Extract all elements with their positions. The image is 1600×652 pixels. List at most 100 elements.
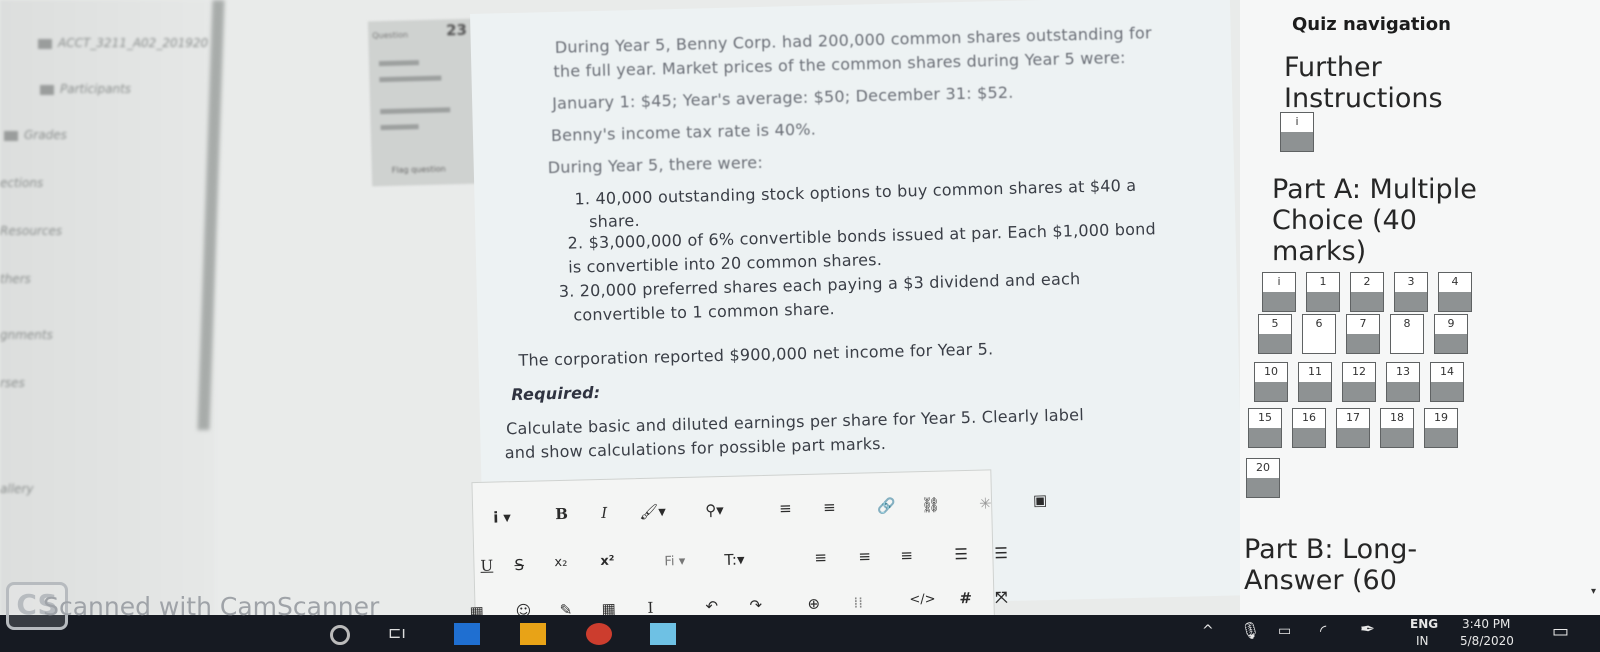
hash-button[interactable]: # [959, 589, 972, 607]
nav-button-q16[interactable]: 16 [1292, 408, 1326, 448]
answered-indicator [1255, 382, 1287, 401]
nav-button-label: 11 [1308, 365, 1322, 378]
answered-indicator [1299, 382, 1331, 401]
sidebar-item-grades[interactable]: Grades [4, 128, 67, 142]
fullscreen-icon[interactable]: ⤧ [995, 588, 1007, 606]
language-bottom[interactable]: IN [1416, 634, 1429, 648]
sidebar-item-sections[interactable]: ections [0, 176, 43, 190]
nav-button-q19[interactable]: 19 [1424, 408, 1458, 448]
store-icon[interactable] [650, 623, 676, 645]
nav-button-q3[interactable]: 3 [1394, 272, 1428, 312]
font-size-dropdown[interactable]: T:▾ [724, 550, 745, 568]
align-center-icon[interactable]: ≡ [858, 547, 871, 565]
app-icon[interactable] [454, 623, 480, 645]
info-dropdown-button[interactable]: i ▾ [493, 508, 511, 526]
font-family-dropdown[interactable]: Fi ▾ [664, 554, 685, 570]
subscript-button[interactable]: x₂ [554, 555, 567, 570]
scroll-down-arrow[interactable]: ▾ [1591, 586, 1596, 597]
nav-button-label: 3 [1407, 275, 1415, 288]
nav-button-q5[interactable]: 5 [1258, 314, 1292, 354]
unlink-icon[interactable]: ⛓ [921, 496, 940, 514]
question-content: During Year 5, Benny Corp. had 200,000 c… [469, 0, 1245, 633]
nav-button-q2[interactable]: 2 [1350, 272, 1384, 312]
sparkle-icon[interactable]: ✳ [979, 494, 992, 512]
accessibility-icon[interactable]: ⊕ [807, 595, 820, 613]
image-icon[interactable]: ▣ [1033, 491, 1048, 509]
hat-icon [38, 38, 52, 49]
file-explorer-icon[interactable] [520, 623, 546, 645]
nav-button-q13[interactable]: 13 [1386, 362, 1420, 402]
bullet-list-icon[interactable]: ≡ [779, 499, 792, 517]
battery-icon[interactable]: ▭ [1278, 623, 1291, 639]
nav-button-q8[interactable]: 8 [1390, 314, 1424, 354]
sidebar-item-resources[interactable]: Resources [0, 224, 62, 238]
outdent-icon[interactable]: ☰ [994, 544, 1008, 562]
wifi-icon[interactable]: ◜ [1320, 621, 1326, 640]
nav-button-q14[interactable]: 14 [1430, 362, 1464, 402]
language-top[interactable]: ENG [1410, 617, 1438, 631]
answered-indicator [1395, 292, 1427, 311]
nav-button-info[interactable]: i [1262, 272, 1296, 312]
sidebar-item-assignments[interactable]: gnments [0, 328, 53, 342]
notifications-icon[interactable]: ▭ [1552, 621, 1569, 642]
answered-indicator [1263, 292, 1295, 311]
nav-button-label: 9 [1447, 317, 1455, 330]
paint-brush-icon[interactable]: 🖌▾ [639, 502, 666, 521]
status-line [378, 60, 420, 67]
style-dropdown-icon[interactable]: ⚲▾ [705, 501, 724, 519]
answer-editor[interactable]: i ▾ B I 🖌▾ ⚲▾ ≡ ≡ 🔗 ⛓ ✳ ▣ U S x₂ x² Fi ▾… [469, 469, 1047, 633]
task-view-icon[interactable]: ⊏ı [388, 623, 414, 645]
indent-icon[interactable]: ☰ [954, 545, 968, 563]
show-hidden-icons[interactable]: ^ [1202, 623, 1214, 639]
nav-button-q18[interactable]: 18 [1380, 408, 1414, 448]
underline-button[interactable]: U [480, 557, 493, 575]
nav-button-q20[interactable]: 20 [1246, 458, 1280, 498]
mic-icon[interactable]: 🎙 [1240, 621, 1260, 640]
answered-indicator [1337, 428, 1369, 447]
bold-button[interactable]: B [555, 505, 568, 523]
answered-indicator [1431, 382, 1463, 401]
nav-button-label: 18 [1390, 411, 1404, 424]
nav-button-q7[interactable]: 7 [1346, 314, 1380, 354]
clock-date[interactable]: 5/8/2020 [1460, 634, 1514, 648]
nav-button-q11[interactable]: 11 [1298, 362, 1332, 402]
nav-button-q12[interactable]: 12 [1342, 362, 1376, 402]
camscanner-text: Scanned with CamScanner [43, 591, 380, 621]
undo-icon[interactable]: ↶ [705, 597, 718, 615]
nav-button-q17[interactable]: 17 [1336, 408, 1370, 448]
question-info-box: Question 23 Flag question [367, 18, 481, 187]
nav-button-info[interactable]: i [1280, 112, 1314, 152]
redo-icon[interactable]: ↷ [749, 596, 762, 614]
numbered-list-icon[interactable]: ≡ [823, 498, 836, 516]
link-icon[interactable]: 🔗 [877, 497, 896, 515]
html-code-button[interactable]: </> [909, 592, 936, 608]
nav-button-q1[interactable]: 1 [1306, 272, 1340, 312]
quiz-navigation-panel: Quiz navigation Further Instructions i P… [1240, 0, 1600, 615]
nav-button-q9[interactable]: 9 [1434, 314, 1468, 354]
pen-icon[interactable]: ✒ [1360, 619, 1375, 640]
superscript-button[interactable]: x² [600, 554, 614, 569]
nav-button-q15[interactable]: 15 [1248, 408, 1282, 448]
chrome-icon[interactable] [586, 623, 612, 645]
flag-question-link[interactable]: Flag question [392, 164, 446, 174]
align-right-icon[interactable]: ≡ [900, 546, 913, 564]
dots-icon[interactable]: ⁞⁞ [853, 594, 863, 612]
answered-indicator [1425, 428, 1457, 447]
nav-button-q4[interactable]: 4 [1438, 272, 1472, 312]
section-part-b: Part B: Long- Answer (60 [1244, 534, 1418, 596]
nav-button-label: 1 [1319, 275, 1327, 288]
italic-button[interactable]: I [601, 504, 607, 522]
answered-indicator [1259, 334, 1291, 353]
sidebar-item-courses[interactable]: rses [0, 376, 25, 390]
sidebar-item-others[interactable]: thers [0, 272, 31, 286]
sidebar-item-course[interactable]: ACCT_3211_A02_201920 [38, 36, 208, 50]
sidebar-item-gallery[interactable]: allery [0, 482, 33, 496]
strikethrough-button[interactable]: S [514, 556, 524, 574]
answered-indicator [1343, 382, 1375, 401]
clock-time[interactable]: 3:40 PM [1462, 617, 1510, 631]
nav-button-q10[interactable]: 10 [1254, 362, 1288, 402]
sidebar-item-participants[interactable]: Participants [40, 82, 131, 96]
section-part-a: Part A: Multiple Choice (40 marks) [1272, 174, 1477, 267]
nav-button-q6[interactable]: 6 [1302, 314, 1336, 354]
align-left-icon[interactable]: ≡ [814, 548, 827, 566]
